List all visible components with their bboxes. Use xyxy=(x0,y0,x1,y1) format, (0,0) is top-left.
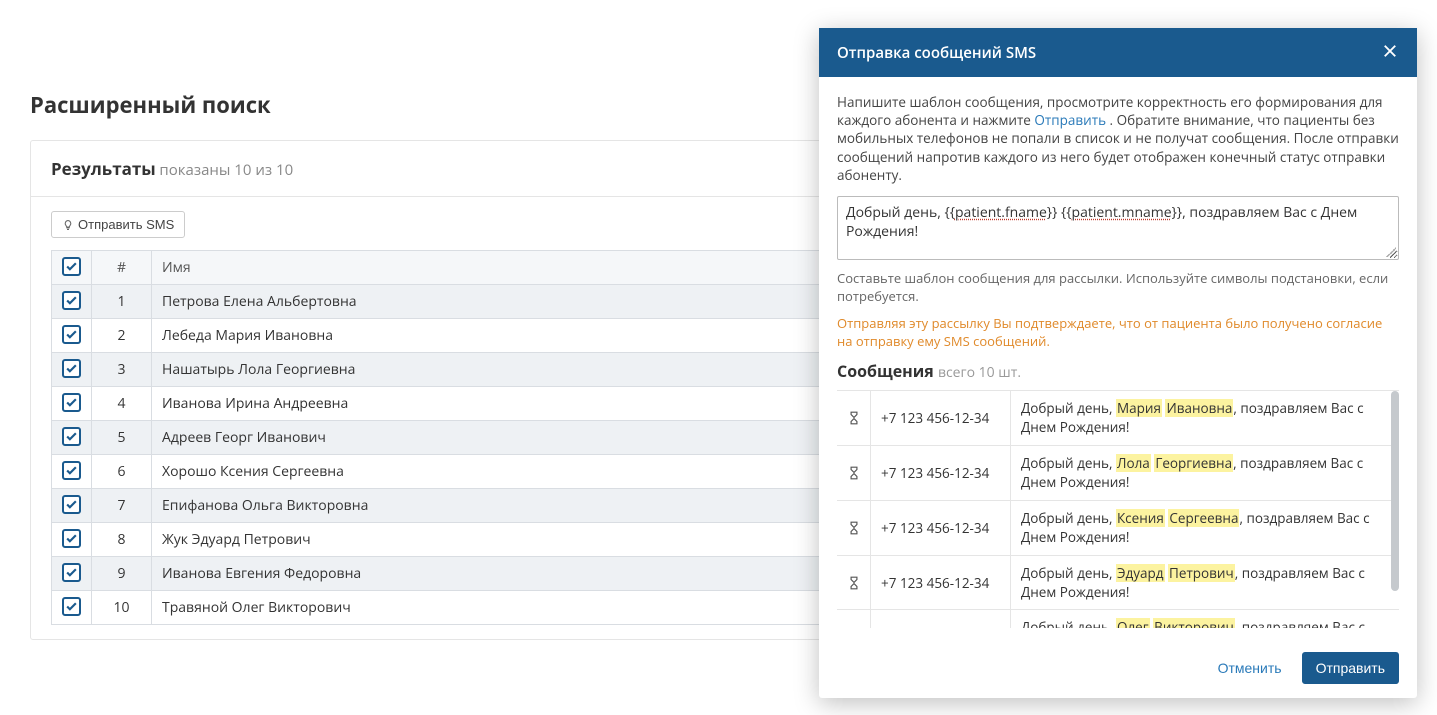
messages-header: Сообщения всего 10 шт. xyxy=(837,360,1399,382)
row-number: 2 xyxy=(92,319,152,353)
message-phone: +7 123 456-12-34 xyxy=(871,391,1011,445)
send-button[interactable]: Отправить xyxy=(1302,652,1399,684)
send-sms-button[interactable]: Отправить SMS xyxy=(51,211,185,238)
row-number: 10 xyxy=(92,591,152,625)
results-label: Результаты xyxy=(51,157,156,180)
message-text: Добрый день, Ксения Сергеевна, поздравля… xyxy=(1011,501,1399,555)
row-checkbox[interactable] xyxy=(62,529,81,548)
message-row: +7 123 456-12-34Добрый день, Мария Ивано… xyxy=(837,391,1399,446)
message-row: +7 123 456-12-34Добрый день, Лола Георги… xyxy=(837,446,1399,501)
modal-header: Отправка сообщений SMS xyxy=(819,28,1417,77)
hourglass-icon xyxy=(837,501,871,555)
row-number: 3 xyxy=(92,353,152,387)
template-hint: Составьте шаблон сообщения для рассылки.… xyxy=(837,270,1399,305)
row-checkbox[interactable] xyxy=(62,461,81,480)
message-text: Добрый день, Эдуард Петрович, поздравляе… xyxy=(1011,556,1399,610)
message-text: Добрый день, Олег Викторович, поздравляе… xyxy=(1011,610,1399,628)
select-all-checkbox[interactable] xyxy=(62,257,81,276)
modal-footer: Отменить Отправить xyxy=(819,638,1417,698)
template-text: }} {{ xyxy=(1047,203,1072,222)
message-phone: +7 123 456-12-34 xyxy=(871,501,1011,555)
message-text: Добрый день, Мария Ивановна, поздравляем… xyxy=(1011,391,1399,445)
row-checkbox[interactable] xyxy=(62,393,81,412)
message-phone: +7 123 456-12-34 xyxy=(871,556,1011,610)
send-sms-modal: Отправка сообщений SMS Напишите шаблон с… xyxy=(819,28,1417,698)
message-row: +7 123 456-12-34Добрый день, Олег Виктор… xyxy=(837,610,1399,628)
row-checkbox[interactable] xyxy=(62,495,81,514)
row-checkbox[interactable] xyxy=(62,563,81,582)
cancel-button[interactable]: Отменить xyxy=(1208,652,1292,684)
messages-count: всего 10 шт. xyxy=(938,363,1021,382)
hourglass-icon xyxy=(837,391,871,445)
scrollbar[interactable] xyxy=(1391,391,1399,591)
results-count: показаны 10 из 10 xyxy=(159,160,293,180)
message-row: +7 123 456-12-34Добрый день, Эдуард Петр… xyxy=(837,556,1399,611)
message-row: +7 123 456-12-34Добрый день, Ксения Серг… xyxy=(837,501,1399,556)
template-textarea[interactable]: Добрый день, {{patient.fname}} {{patient… xyxy=(837,196,1399,260)
message-text: Добрый день, Лола Георгиевна, поздравляе… xyxy=(1011,446,1399,500)
send-link[interactable]: Отправить xyxy=(1034,111,1106,129)
hourglass-icon xyxy=(837,610,871,628)
template-text: Добрый день, {{ xyxy=(846,203,955,222)
hourglass-icon xyxy=(837,556,871,610)
row-checkbox[interactable] xyxy=(62,597,81,616)
row-number: 1 xyxy=(92,285,152,319)
row-number: 5 xyxy=(92,421,152,455)
row-number: 4 xyxy=(92,387,152,421)
row-checkbox[interactable] xyxy=(62,325,81,344)
modal-intro: Напишите шаблон сообщения, просмотрите к… xyxy=(837,93,1399,184)
row-checkbox[interactable] xyxy=(62,291,81,310)
row-checkbox[interactable] xyxy=(62,359,81,378)
messages-label: Сообщения xyxy=(837,360,934,382)
messages-list[interactable]: +7 123 456-12-34Добрый день, Мария Ивано… xyxy=(837,390,1399,628)
template-var-mname: patient.mname xyxy=(1072,203,1172,222)
consent-warning: Отправляя эту рассылку Вы подтверждаете,… xyxy=(837,315,1399,350)
template-var-fname: patient.fname xyxy=(955,203,1047,222)
resize-handle-icon[interactable] xyxy=(1386,247,1396,257)
modal-title: Отправка сообщений SMS xyxy=(837,43,1036,63)
message-phone: +7 123 456-12-34 xyxy=(871,610,1011,628)
column-header-checkbox xyxy=(52,251,92,285)
row-number: 7 xyxy=(92,489,152,523)
send-sms-button-label: Отправить SMS xyxy=(78,217,174,232)
hourglass-icon xyxy=(837,446,871,500)
column-header-num: # xyxy=(92,251,152,285)
message-phone: +7 123 456-12-34 xyxy=(871,446,1011,500)
row-checkbox[interactable] xyxy=(62,427,81,446)
close-icon[interactable] xyxy=(1381,42,1399,63)
bulb-icon xyxy=(62,219,74,231)
row-number: 6 xyxy=(92,455,152,489)
row-number: 9 xyxy=(92,557,152,591)
row-number: 8 xyxy=(92,523,152,557)
